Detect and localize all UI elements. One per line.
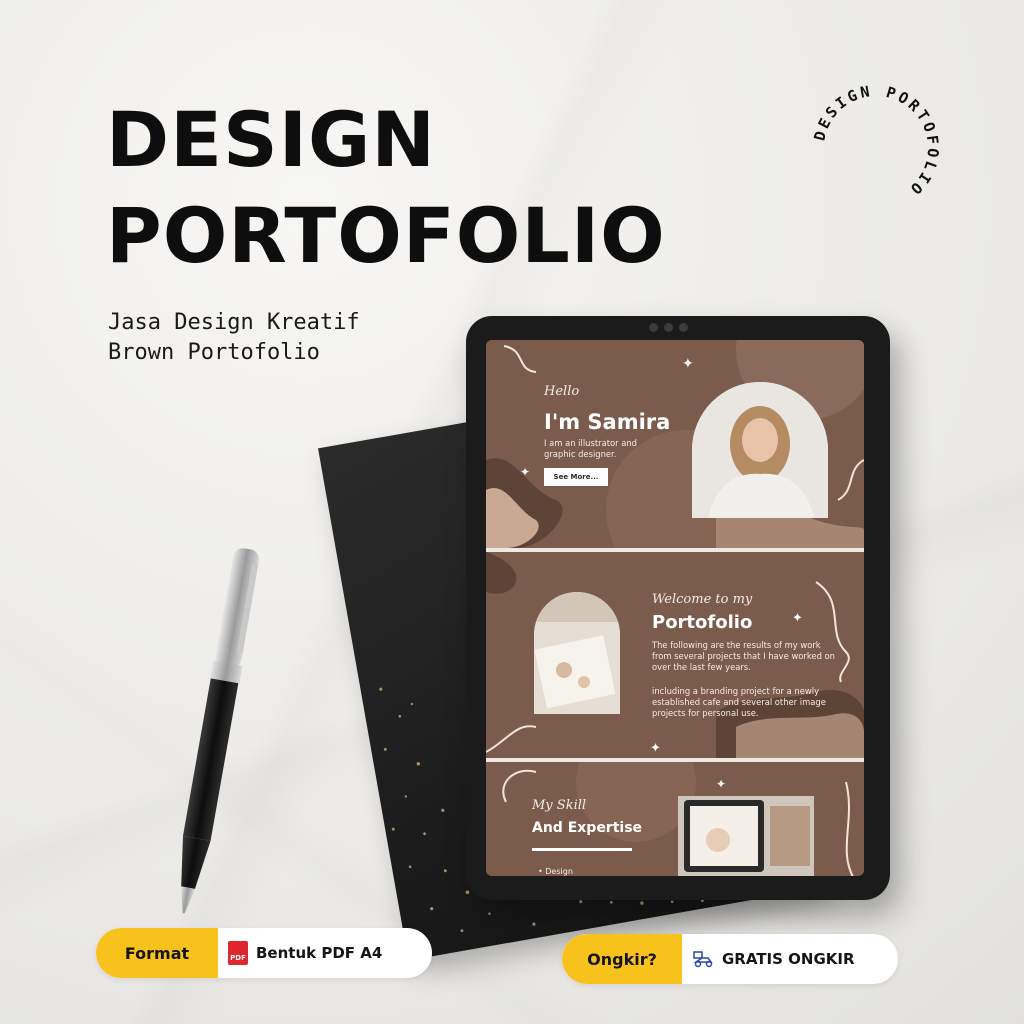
svg-text:✦: ✦ [792, 611, 803, 626]
slide-portfolio-script: Welcome to my [652, 592, 753, 607]
subtitle-line1: Jasa Design Kreatif [108, 310, 360, 335]
headline-line2: PORTOFOLIO [106, 191, 666, 280]
slide-portfolio-title: Portofolio [652, 612, 753, 633]
pdf-icon: PDF [228, 941, 248, 965]
circular-text: DESIGN PORTOFOLIO [810, 82, 939, 200]
slide-intro-script: Hello [544, 384, 580, 399]
slide-skills-rule [532, 848, 632, 851]
skills-photo [678, 796, 814, 876]
slide-intro-description: I am an illustrator and graphic designer… [544, 438, 637, 459]
tablet-mockup: ✦ ✦ Hello I'm Samira I am an illustrator… [466, 316, 890, 900]
portrait-photo [692, 382, 828, 518]
slide-intro: ✦ ✦ Hello I'm Samira I am an illustrator… [486, 340, 864, 548]
shipping-label: Ongkir? [562, 934, 682, 984]
slide-portfolio-paragraph-2: including a branding project for a newly… [652, 686, 826, 718]
see-more-button[interactable]: See More... [544, 468, 608, 486]
shipping-value: GRATIS ONGKIR [682, 950, 855, 968]
subtitle: Jasa Design Kreatif Brown Portofolio [108, 308, 360, 368]
skill-item-label: Design [545, 867, 573, 876]
svg-text:DESIGN PORTOFOLIO: DESIGN PORTOFOLIO [810, 82, 942, 200]
pdf-icon-text: PDF [230, 954, 246, 962]
slide-intro-name: I'm Samira [544, 410, 671, 434]
shipping-value-text: GRATIS ONGKIR [722, 950, 855, 968]
svg-text:✦: ✦ [650, 741, 661, 756]
shipping-pill: Ongkir? GRATIS ONGKIR [562, 934, 898, 984]
slide-skills-title: And Expertise [532, 820, 643, 836]
pen [181, 548, 260, 914]
format-pill: Format PDF Bentuk PDF A4 [96, 928, 432, 978]
skill-list-item: • Design [538, 867, 573, 876]
delivery-scooter-icon [693, 951, 713, 968]
slide-portfolio-paragraph-1: The following are the results of my work… [652, 640, 835, 672]
subtitle-line2: Brown Portofolio [108, 340, 320, 365]
slide-skills-script: My Skill [532, 798, 587, 813]
svg-text:✦: ✦ [716, 777, 726, 791]
workspace-photo [534, 592, 620, 714]
slide-skills: ✦ My Skill And Expertise • Design [486, 762, 864, 876]
format-label: Format [96, 928, 218, 978]
tablet-screen: ✦ ✦ Hello I'm Samira I am an illustrator… [486, 340, 864, 876]
slide-portfolio: ✦ ✦ Welcome to my Portofolio The followi… [486, 552, 864, 758]
svg-text:✦: ✦ [682, 356, 694, 372]
svg-text:✦: ✦ [520, 465, 530, 479]
format-value-text: Bentuk PDF A4 [256, 944, 383, 962]
headline: DESIGN PORTOFOLIO [106, 92, 666, 284]
headline-line1: DESIGN [106, 95, 437, 184]
circular-text-badge: DESIGN PORTOFOLIO [810, 82, 942, 200]
format-value: PDF Bentuk PDF A4 [218, 941, 382, 965]
tablet-camera [638, 322, 698, 334]
